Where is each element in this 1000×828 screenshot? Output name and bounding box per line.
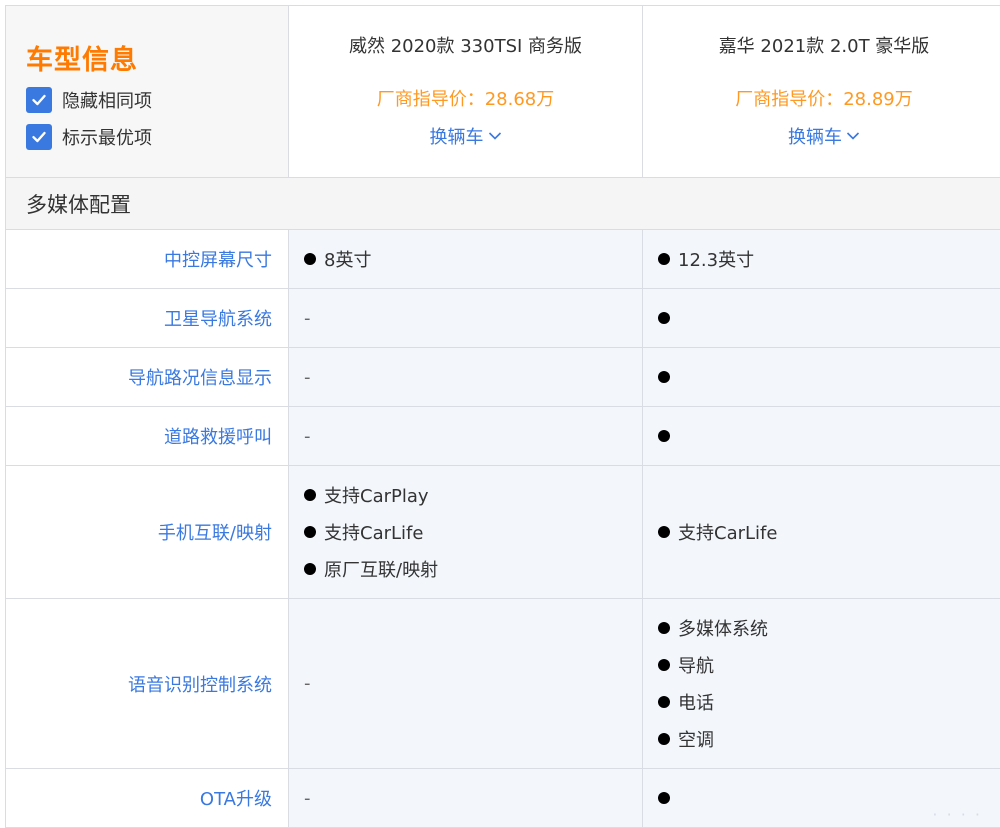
feature-item [658,418,1000,455]
feature-text: 电话 [678,693,714,714]
feature-item: 支持CarPlay [304,477,642,514]
feature-text: 支持CarLife [324,523,424,544]
header-corner-cell: 车型信息 隐藏相同项 标示最优项 [5,5,289,178]
bullet-dot-icon [304,253,316,265]
spec-row: 手机互联/映射 支持CarPlay 支持CarLife 原厂互联/映射 支持CarLif… [5,465,1000,599]
spec-row: 导航路况信息显示 - [5,347,1000,407]
feature-item: 导航 [658,647,1000,684]
hide-same-toggle[interactable]: 隐藏相同项 [26,87,288,113]
empty-value: - [304,425,311,447]
car-header-2: 嘉华 2021款 2.0T 豪华版 厂商指导价：28.89万 换辆车 [642,5,1000,178]
feature-text: 支持CarLife [678,523,778,544]
bullet-dot-icon [658,622,670,634]
spec-value-car2 [642,347,1000,407]
spec-value-car2: 支持CarLife [642,465,1000,599]
bullet-dot-icon [658,430,670,442]
spec-row: 中控屏幕尺寸 8英寸 12.3英寸 [5,229,1000,289]
section-row: 多媒体配置 [5,177,1000,230]
checkbox-checked-icon[interactable] [26,87,52,113]
header-row: 车型信息 隐藏相同项 标示最优项 威然 2020款 330TSI 商务版 厂商指… [5,5,1000,178]
mark-best-toggle[interactable]: 标示最优项 [26,124,288,150]
feature-text: 原厂互联/映射 [324,560,439,581]
switch-car-button[interactable]: 换辆车 [430,123,502,149]
bullet-dot-icon [304,526,316,538]
feature-item: 多媒体系统 [658,610,1000,647]
spec-value-car1: - [288,347,643,407]
spec-value-car1: - [288,598,643,769]
bullet-dot-icon [658,312,670,324]
car-header-1: 威然 2020款 330TSI 商务版 厂商指导价：28.68万 换辆车 [288,5,643,178]
comparison-frame: 车型信息 隐藏相同项 标示最优项 威然 2020款 330TSI 商务版 厂商指… [5,5,1000,828]
bullet-dot-icon [658,526,670,538]
feature-item: 12.3英寸 [658,241,1000,278]
spec-value-car2 [642,288,1000,348]
spec-label[interactable]: 语音识别控制系统 [5,598,289,769]
spec-value-car2: 多媒体系统导航电话空调 [642,598,1000,769]
spec-label[interactable]: 手机互联/映射 [5,465,289,599]
spec-value-car1: 8英寸 [288,229,643,289]
spec-comparison-table: 车型信息 隐藏相同项 标示最优项 威然 2020款 330TSI 商务版 厂商指… [5,5,1000,828]
spec-value-car2: 12.3英寸 [642,229,1000,289]
switch-car-label: 换辆车 [429,127,484,148]
car-name: 威然 2020款 330TSI 商务版 [348,36,583,57]
empty-value: - [304,787,311,809]
empty-value: - [304,673,311,694]
bullet-dot-icon [658,659,670,671]
feature-text: 导航 [678,656,714,677]
bullet-dot-icon [304,563,316,575]
bullet-dot-icon [658,733,670,745]
spec-label[interactable]: 卫星导航系统 [5,288,289,348]
feature-item: 支持CarLife [658,514,1000,551]
feature-item: 空调 [658,721,1000,758]
chevron-down-icon [488,132,501,140]
feature-text: 多媒体系统 [678,619,768,640]
feature-text: 8英寸 [324,250,372,271]
page-title: 车型信息 [26,45,138,76]
checkbox-checked-icon[interactable] [26,124,52,150]
spec-value-car1: - [288,288,643,348]
spec-row: 语音识别控制系统 - 多媒体系统导航电话空调 [5,598,1000,769]
car-name: 嘉华 2021款 2.0T 豪华版 [718,36,930,57]
empty-value: - [304,366,311,388]
feature-text: 支持CarPlay [324,486,429,507]
spec-label[interactable]: 导航路况信息显示 [5,347,289,407]
switch-car-label: 换辆车 [788,127,842,148]
spec-value-car1: 支持CarPlay 支持CarLife 原厂互联/映射 [288,465,643,599]
feature-item: 支持CarLife [304,514,642,551]
mark-best-label: 标示最优项 [62,128,152,149]
spec-label[interactable]: 中控屏幕尺寸 [5,229,289,289]
section-title: 多媒体配置 [5,177,1000,230]
spec-rows: 中控屏幕尺寸 8英寸 12.3英寸 卫星导航系统 - 导航路况信息显示 - 道路救援呼叫 - 手机… [5,229,1000,828]
empty-value: - [304,307,311,329]
chevron-down-icon [846,132,860,140]
spec-value-car2 [642,406,1000,466]
feature-text: 空调 [678,730,714,751]
car-price: 厂商指导价：28.68万 [376,89,555,110]
spec-label[interactable]: 道路救援呼叫 [5,406,289,466]
spec-value-car1: - [288,406,643,466]
spec-value-car1: - [288,768,643,828]
watermark-logo: · · · · [932,805,982,824]
feature-item: 原厂互联/映射 [304,551,642,588]
feature-text: 12.3英寸 [678,250,755,271]
bullet-dot-icon [658,792,670,804]
spec-row: 道路救援呼叫 - [5,406,1000,466]
bullet-dot-icon [658,253,670,265]
feature-item [658,359,1000,396]
spec-label[interactable]: OTA升级 [5,768,289,828]
spec-row: OTA升级 - [5,768,1000,828]
bullet-dot-icon [304,489,316,501]
spec-row: 卫星导航系统 - [5,288,1000,348]
feature-item: 电话 [658,684,1000,721]
hide-same-label: 隐藏相同项 [62,91,152,112]
bullet-dot-icon [658,696,670,708]
switch-car-button[interactable]: 换辆车 [788,123,860,149]
bullet-dot-icon [658,371,670,383]
feature-item [658,300,1000,337]
car-price: 厂商指导价：28.89万 [735,89,913,110]
feature-item: 8英寸 [304,241,642,278]
